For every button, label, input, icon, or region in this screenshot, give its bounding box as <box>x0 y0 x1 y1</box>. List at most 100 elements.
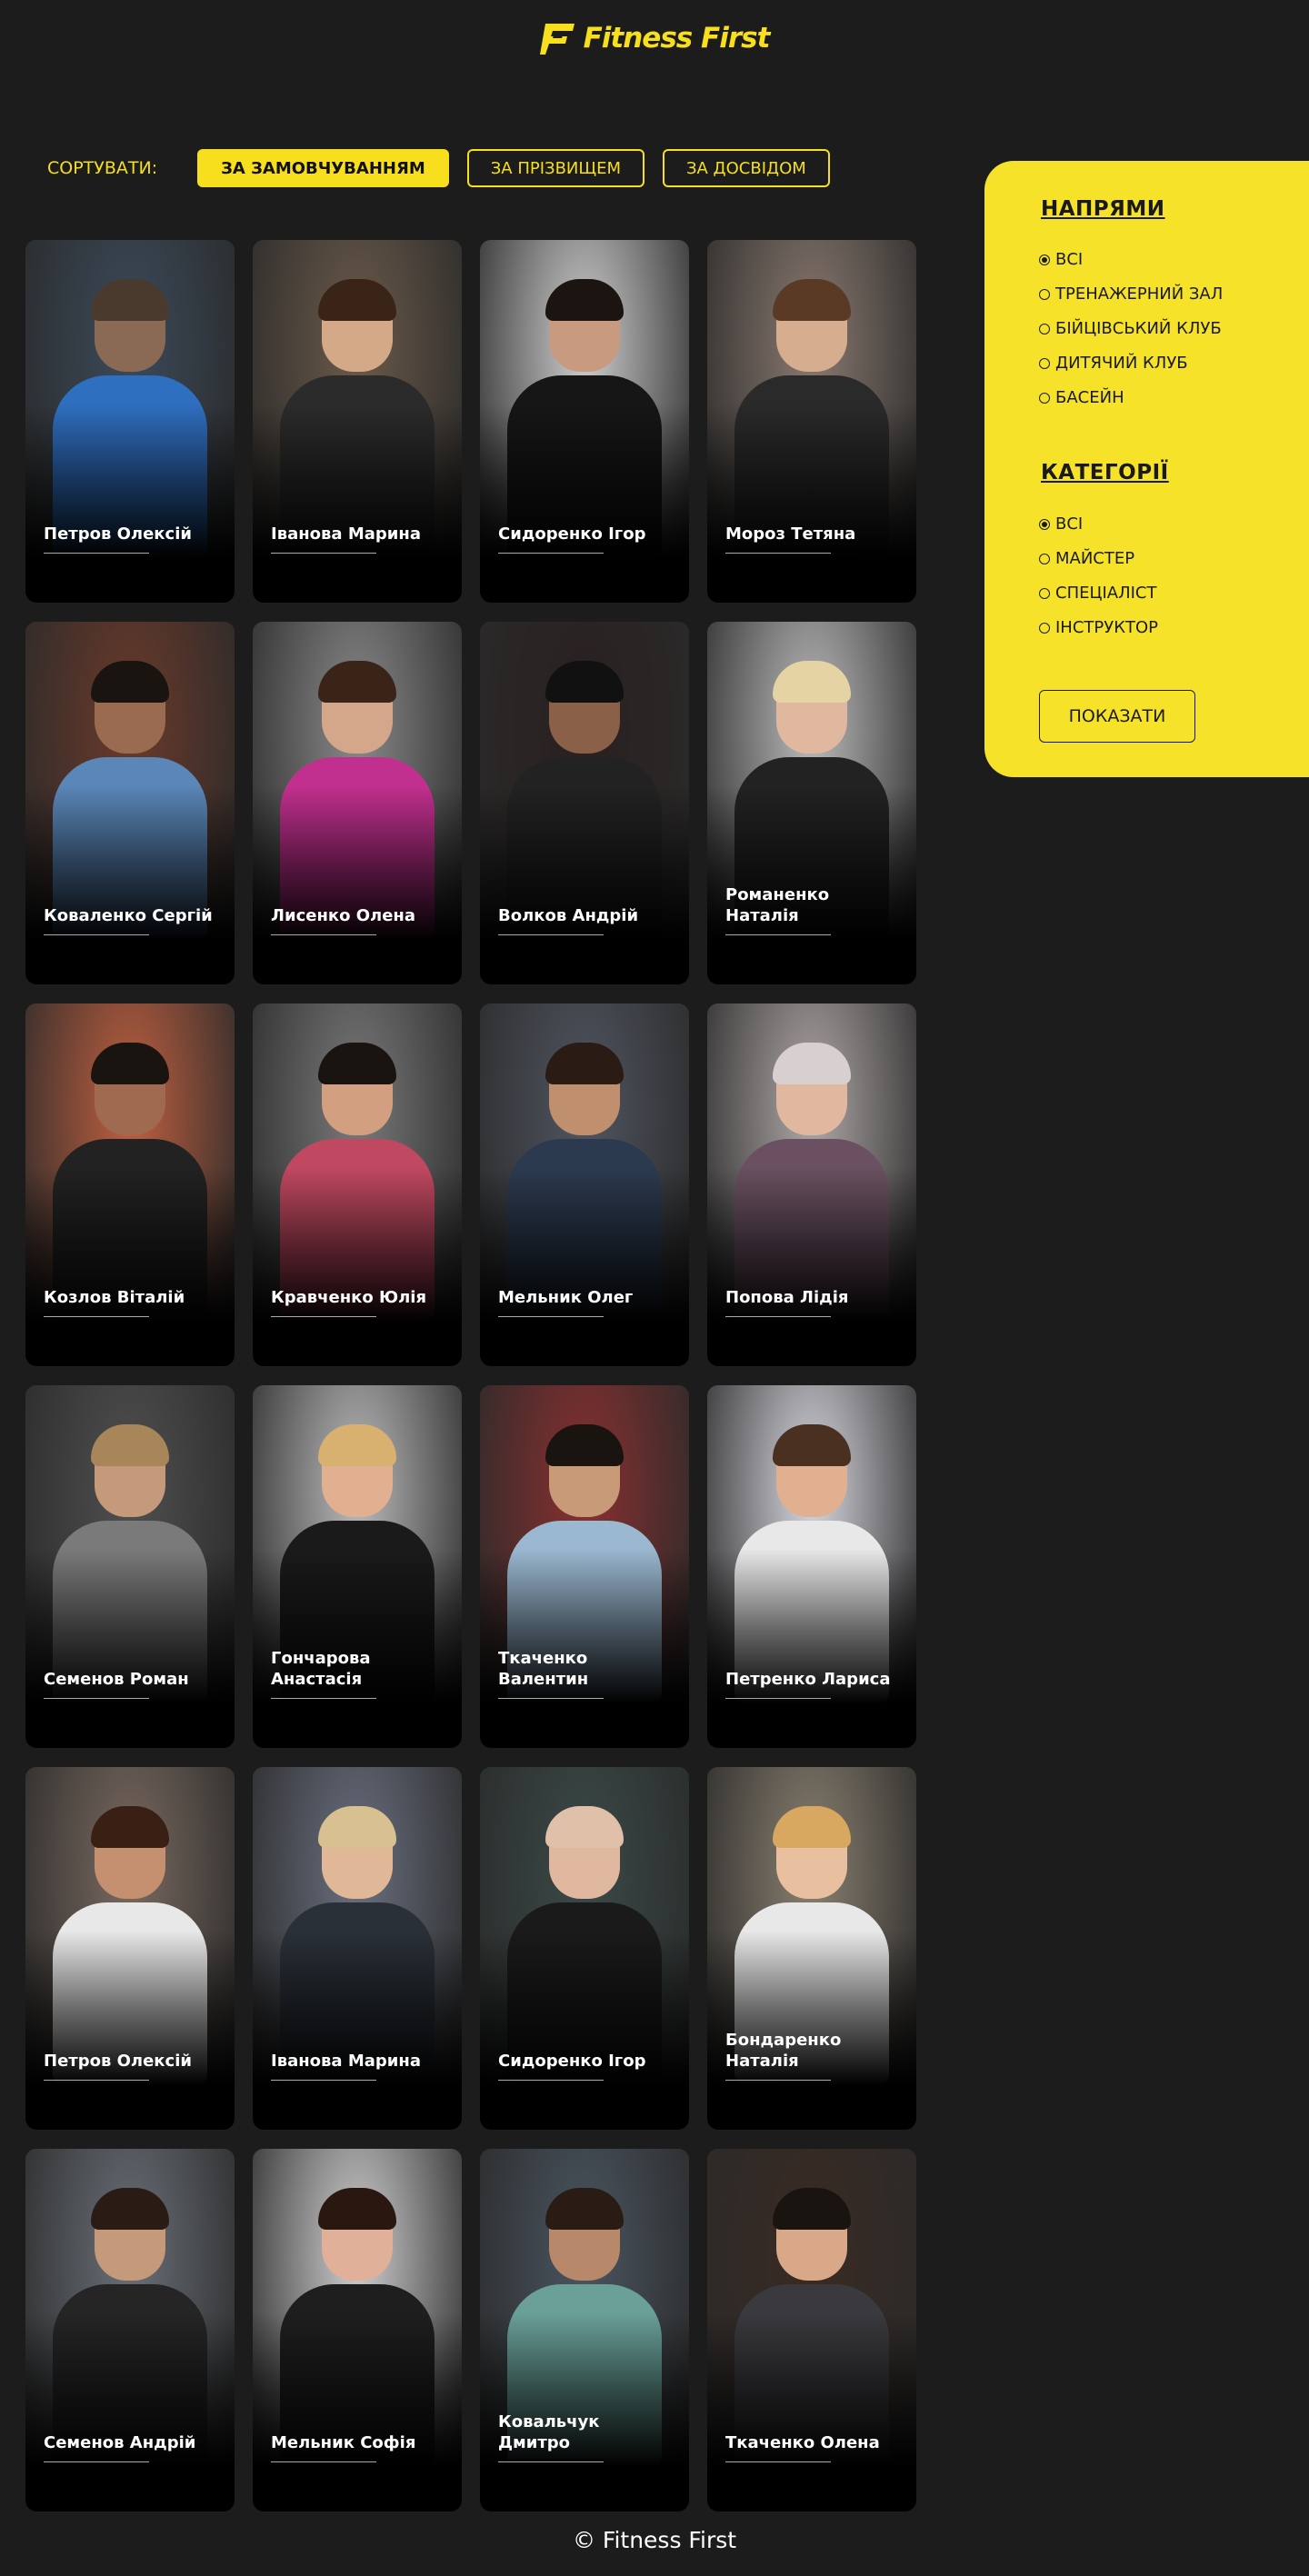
trainer-name: Іванова Марина <box>271 524 421 544</box>
trainer-card[interactable]: Петров Олексій <box>25 240 235 603</box>
trainer-card[interactable]: Петров Олексій <box>25 1767 235 2130</box>
trainer-name: Сидоренко Ігор <box>498 524 646 544</box>
trainer-card[interactable]: Сидоренко Ігор <box>480 240 689 603</box>
option-label: БІЙЦІВСЬКИЙ КЛУБ <box>1055 319 1222 338</box>
trainer-card[interactable]: Романенко Наталія <box>707 622 916 984</box>
trainer-card[interactable]: Ковальчук Дмитро <box>480 2149 689 2511</box>
name-underline <box>498 1698 604 1699</box>
trainer-name: Ковальчук Дмитро <box>498 2412 600 2452</box>
category-option-specialist[interactable]: СПЕЦІАЛІСТ <box>1039 584 1156 603</box>
sort-surname-button[interactable]: ЗА ПРІЗВИЩЕМ <box>466 149 645 187</box>
photo-gradient <box>480 1930 689 2130</box>
trainer-name: Козлов Віталій <box>44 1288 185 1307</box>
trainer-card[interactable]: Іванова Марина <box>253 240 462 603</box>
photo-gradient <box>480 784 689 984</box>
name-underline <box>498 934 604 935</box>
directions-title: НАПРЯМИ <box>1041 197 1165 221</box>
photo-gradient <box>253 2311 462 2511</box>
trainer-name: Мельник Софія <box>271 2433 416 2452</box>
brand-logo[interactable]: Fitness First <box>0 20 1309 56</box>
trainer-card[interactable]: Семенов Андрій <box>25 2149 235 2511</box>
direction-option-fight-club[interactable]: БІЙЦІВСЬКИЙ КЛУБ <box>1039 319 1222 338</box>
option-label: ДИТЯЧИЙ КЛУБ <box>1055 354 1188 373</box>
photo-gradient <box>253 1166 462 1366</box>
direction-option-all[interactable]: ВСІ <box>1039 250 1083 269</box>
trainer-name: Мельник Олег <box>498 1288 634 1307</box>
photo-gradient <box>707 2311 916 2511</box>
trainer-card[interactable]: Козлов Віталій <box>25 1003 235 1366</box>
category-option-master[interactable]: МАЙСТЕР <box>1039 549 1134 568</box>
trainer-name: Ткаченко Олена <box>725 2433 880 2452</box>
option-label: БАСЕЙН <box>1055 388 1124 407</box>
trainer-name: Бондаренко Наталія <box>725 2031 842 2071</box>
trainer-name: Сидоренко Ігор <box>498 2052 646 2071</box>
trainer-card[interactable]: Сидоренко Ігор <box>480 1767 689 2130</box>
direction-option-kids-club[interactable]: ДИТЯЧИЙ КЛУБ <box>1039 354 1188 373</box>
trainers-grid: Петров Олексій Іванова Марина Сидоренко … <box>25 240 916 2511</box>
photo-gradient <box>253 403 462 603</box>
radio-icon[interactable] <box>1039 518 1050 530</box>
trainer-card[interactable]: Попова Лідія <box>707 1003 916 1366</box>
name-underline <box>498 2461 604 2462</box>
photo-gradient <box>253 784 462 984</box>
footer-copyright: © Fitness First <box>572 2527 737 2553</box>
name-underline <box>271 2461 376 2462</box>
name-underline <box>725 2461 831 2462</box>
photo-gradient <box>25 784 235 984</box>
name-underline <box>271 934 376 935</box>
option-label: ІНСТРУКТОР <box>1055 618 1159 637</box>
name-underline <box>44 2080 149 2081</box>
trainer-card[interactable]: Ткаченко Олена <box>707 2149 916 2511</box>
photo-gradient <box>25 1930 235 2130</box>
trainer-card[interactable]: Кравченко Юлія <box>253 1003 462 1366</box>
radio-icon[interactable] <box>1039 254 1050 265</box>
trainer-card[interactable]: Бондаренко Наталія <box>707 1767 916 2130</box>
radio-icon[interactable] <box>1039 357 1050 369</box>
photo-gradient <box>25 1166 235 1366</box>
trainer-card[interactable]: Мельник Олег <box>480 1003 689 1366</box>
name-underline <box>271 1316 376 1317</box>
categories-title: КАТЕГОРІЇ <box>1041 461 1169 484</box>
trainer-card[interactable]: Гончарова Анастасія <box>253 1385 462 1748</box>
trainer-name: Іванова Марина <box>271 2052 421 2071</box>
trainer-name: Волков Андрій <box>498 906 639 925</box>
sort-label: СОРТУВАТИ: <box>47 158 158 178</box>
category-option-all[interactable]: ВСІ <box>1039 514 1083 534</box>
radio-icon[interactable] <box>1039 622 1050 634</box>
radio-icon[interactable] <box>1039 553 1050 564</box>
category-option-instructor[interactable]: ІНСТРУКТОР <box>1039 618 1158 637</box>
trainer-card[interactable]: Мельник Софія <box>253 2149 462 2511</box>
radio-icon[interactable] <box>1039 288 1050 300</box>
name-underline <box>271 553 376 554</box>
trainer-name: Гончарова Анастасія <box>271 1649 371 1689</box>
trainer-card[interactable]: Волков Андрій <box>480 622 689 984</box>
sort-default-button[interactable]: ЗА ЗАМОВЧУВАННЯМ <box>197 149 449 187</box>
photo-gradient <box>707 1166 916 1366</box>
trainer-name: Кравченко Юлія <box>271 1288 427 1307</box>
name-underline <box>271 2080 376 2081</box>
sort-experience-button[interactable]: ЗА ДОСВІДОМ <box>662 149 830 187</box>
trainer-card[interactable]: Лисенко Олена <box>253 622 462 984</box>
direction-option-pool[interactable]: БАСЕЙН <box>1039 388 1124 407</box>
photo-gradient <box>25 403 235 603</box>
trainer-name: Ткаченко Валентин <box>498 1649 589 1689</box>
trainer-card[interactable]: Ткаченко Валентин <box>480 1385 689 1748</box>
direction-option-gym[interactable]: ТРЕНАЖЕРНИЙ ЗАЛ <box>1039 285 1223 304</box>
show-button[interactable]: ПОКАЗАТИ <box>1039 690 1195 743</box>
trainer-card[interactable]: Семенов Роман <box>25 1385 235 1748</box>
trainer-name: Петренко Лариса <box>725 1670 891 1689</box>
trainer-card[interactable]: Петренко Лариса <box>707 1385 916 1748</box>
photo-gradient <box>707 403 916 603</box>
trainer-name: Семенов Роман <box>44 1670 189 1689</box>
trainer-card[interactable]: Іванова Марина <box>253 1767 462 2130</box>
trainer-name: Лисенко Олена <box>271 906 416 925</box>
photo-gradient <box>480 403 689 603</box>
name-underline <box>44 934 149 935</box>
radio-icon[interactable] <box>1039 587 1050 599</box>
name-underline <box>44 1698 149 1699</box>
radio-icon[interactable] <box>1039 392 1050 404</box>
trainer-card[interactable]: Мороз Тетяна <box>707 240 916 603</box>
trainer-name: Коваленко Сергій <box>44 906 213 925</box>
trainer-card[interactable]: Коваленко Сергій <box>25 622 235 984</box>
radio-icon[interactable] <box>1039 323 1050 334</box>
